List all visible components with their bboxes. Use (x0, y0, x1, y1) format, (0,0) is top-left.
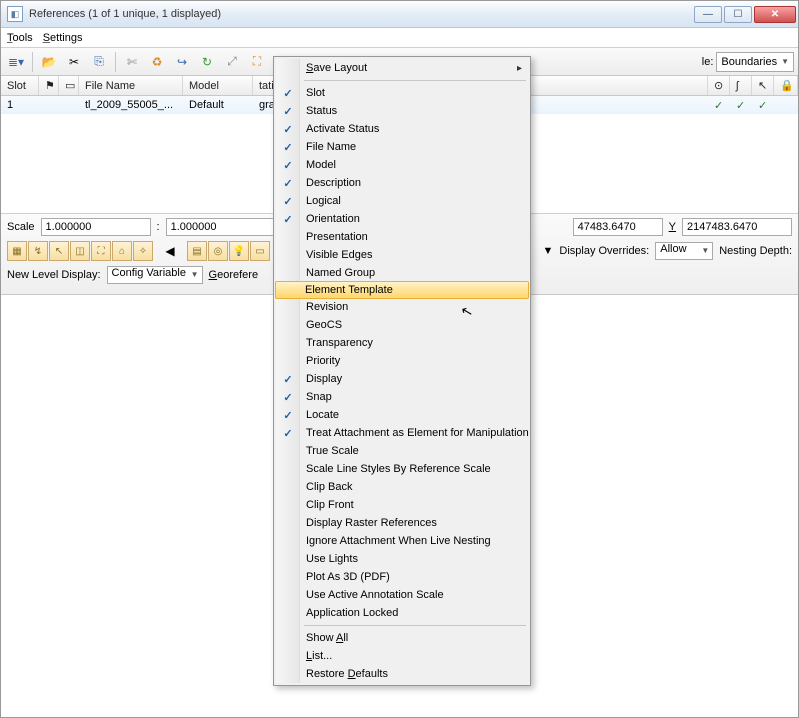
col-filename[interactable]: File Name (79, 76, 183, 95)
menu-settings[interactable]: Settings (43, 32, 83, 44)
ctx-element-template[interactable]: Element Template (275, 281, 529, 299)
ctx-revision[interactable]: Revision (276, 298, 528, 316)
attach-icon[interactable]: 📂 (38, 51, 60, 73)
ctx-named-group[interactable]: Named Group (276, 264, 528, 282)
cell-check2: ✓ (730, 99, 752, 112)
toggle-9[interactable]: ◎ (208, 241, 228, 261)
ctx-activate-status[interactable]: ✓Activate Status (276, 120, 528, 138)
ctx-snap[interactable]: ✓Snap (276, 388, 528, 406)
ctx-orientation[interactable]: ✓Orientation (276, 210, 528, 228)
cell-filename: tl_2009_55005_... (79, 99, 183, 111)
ctx-display[interactable]: ✓Display (276, 370, 528, 388)
ctx-save-layout[interactable]: Save Layout▸ (276, 59, 528, 77)
toggle-11[interactable]: ▭ (250, 241, 270, 261)
ctx-transparency[interactable]: Transparency (276, 334, 528, 352)
ctx-scale-line-styles[interactable]: Scale Line Styles By Reference Scale (276, 460, 528, 478)
list-icon[interactable]: ≣▾ (5, 51, 27, 73)
ctx-model[interactable]: ✓Model (276, 156, 528, 174)
ctx-presentation[interactable]: Presentation (276, 228, 528, 246)
display-overrides-label: Display Overrides: (559, 245, 649, 257)
close-button[interactable]: ✕ (754, 6, 796, 23)
scissors-icon[interactable]: ✄ (121, 51, 143, 73)
app-icon: ◧ (7, 6, 23, 22)
context-menu: Save Layout▸ ✓Slot ✓Status ✓Activate Sta… (273, 56, 531, 686)
config-dropdown[interactable]: Config Variable▼ (107, 266, 203, 284)
ctx-geocs[interactable]: GeoCS (276, 316, 528, 334)
toggle-1[interactable]: ▦ (7, 241, 27, 261)
hilite-dropdown[interactable]: Boundaries▼ (716, 52, 794, 72)
cell-slot: 1 (1, 99, 39, 111)
toggle-7[interactable]: ✧ (133, 241, 153, 261)
coord-a[interactable]: 47483.6470 (573, 218, 663, 236)
ctx-restore-defaults[interactable]: Restore Defaults (276, 665, 528, 683)
toggle-buttons: ▦ ↯ ↖ ◫ ⛶ ⌂ ✧ (7, 241, 153, 261)
ctx-ignore-attachment[interactable]: Ignore Attachment When Live Nesting (276, 532, 528, 550)
nesting-label: Nesting Depth: (719, 245, 792, 257)
col-arrow-icon[interactable]: ↖ (752, 76, 774, 95)
toggle-4[interactable]: ◫ (70, 241, 90, 261)
y-label: Y (669, 221, 676, 233)
ctx-visible-edges[interactable]: Visible Edges (276, 246, 528, 264)
combo-arrow-icon[interactable]: ▼ (542, 245, 553, 257)
ctx-description[interactable]: ✓Description (276, 174, 528, 192)
col-snap-icon[interactable]: ʃ (730, 76, 752, 95)
col-slot[interactable]: Slot (1, 76, 39, 95)
copy-icon[interactable]: ↪ (171, 51, 193, 73)
rotate-icon[interactable]: ↻ (196, 51, 218, 73)
ctx-logical[interactable]: ✓Logical (276, 192, 528, 210)
col-lock-icon[interactable]: 🔒 (774, 76, 798, 95)
ctx-clip-front[interactable]: Clip Front (276, 496, 528, 514)
ctx-application-locked[interactable]: Application Locked (276, 604, 528, 622)
scale-icon[interactable]: ⤢ (221, 51, 243, 73)
move-icon[interactable]: ♻ (146, 51, 168, 73)
allow-dropdown[interactable]: Allow▼ (655, 242, 713, 260)
titlebar: ◧ References (1 of 1 unique, 1 displayed… (1, 1, 798, 28)
scale-a[interactable]: 1.000000 (41, 218, 151, 236)
maximize-button[interactable]: ☐ (724, 6, 752, 23)
col-dot-icon[interactable]: ⊙ (708, 76, 730, 95)
ctx-show-all[interactable]: Show All (276, 629, 528, 647)
ctx-true-scale[interactable]: True Scale (276, 442, 528, 460)
cell-check3: ✓ (752, 99, 774, 112)
ctx-file-name[interactable]: ✓File Name (276, 138, 528, 156)
window-title: References (1 of 1 unique, 1 displayed) (29, 8, 688, 20)
coord-b[interactable]: 2147483.6470 (682, 218, 792, 236)
toggle-10[interactable]: 💡 (229, 241, 249, 261)
menu-tools[interactable]: Tools (7, 32, 33, 44)
col-doc-icon[interactable]: ▭ (59, 76, 79, 95)
ctx-locate[interactable]: ✓Locate (276, 406, 528, 424)
scale-colon: : (157, 221, 160, 233)
toggle-2[interactable]: ↯ (28, 241, 48, 261)
cell-model: Default (183, 99, 253, 111)
arrow-left-icon[interactable]: ◀ (159, 240, 181, 262)
cut-icon[interactable]: ✂ (63, 51, 85, 73)
ctx-list[interactable]: List... (276, 647, 528, 665)
ctx-status[interactable]: ✓Status (276, 102, 528, 120)
scale-b[interactable]: 1.000000 (166, 218, 276, 236)
newlevel-label: New Level Display: (7, 269, 101, 281)
toggle-8[interactable]: ▤ (187, 241, 207, 261)
col-model[interactable]: Model (183, 76, 253, 95)
menubar: Tools Settings (1, 28, 798, 48)
ctx-treat-attachment[interactable]: ✓Treat Attachment as Element for Manipul… (276, 424, 528, 442)
hilite-label: le: (702, 56, 714, 68)
ctx-display-raster[interactable]: Display Raster References (276, 514, 528, 532)
toggle-3[interactable]: ↖ (49, 241, 69, 261)
georef-label: Georefere (209, 269, 259, 281)
ctx-clip-back[interactable]: Clip Back (276, 478, 528, 496)
cell-check1: ✓ (708, 99, 730, 112)
toggle-6[interactable]: ⌂ (112, 241, 132, 261)
ctx-annotation-scale[interactable]: Use Active Annotation Scale (276, 586, 528, 604)
scale-label: Scale (7, 221, 35, 233)
col-flag-icon[interactable]: ⚑ (39, 76, 59, 95)
minimize-button[interactable]: — (694, 6, 722, 23)
toggle-5[interactable]: ⛶ (91, 241, 111, 261)
ctx-plot-3d[interactable]: Plot As 3D (PDF) (276, 568, 528, 586)
ctx-priority[interactable]: Priority (276, 352, 528, 370)
mirror-icon[interactable]: ⛶ (246, 51, 268, 73)
duplicate-icon[interactable]: ⎘ (88, 51, 110, 73)
ctx-slot[interactable]: ✓Slot (276, 84, 528, 102)
ctx-use-lights[interactable]: Use Lights (276, 550, 528, 568)
